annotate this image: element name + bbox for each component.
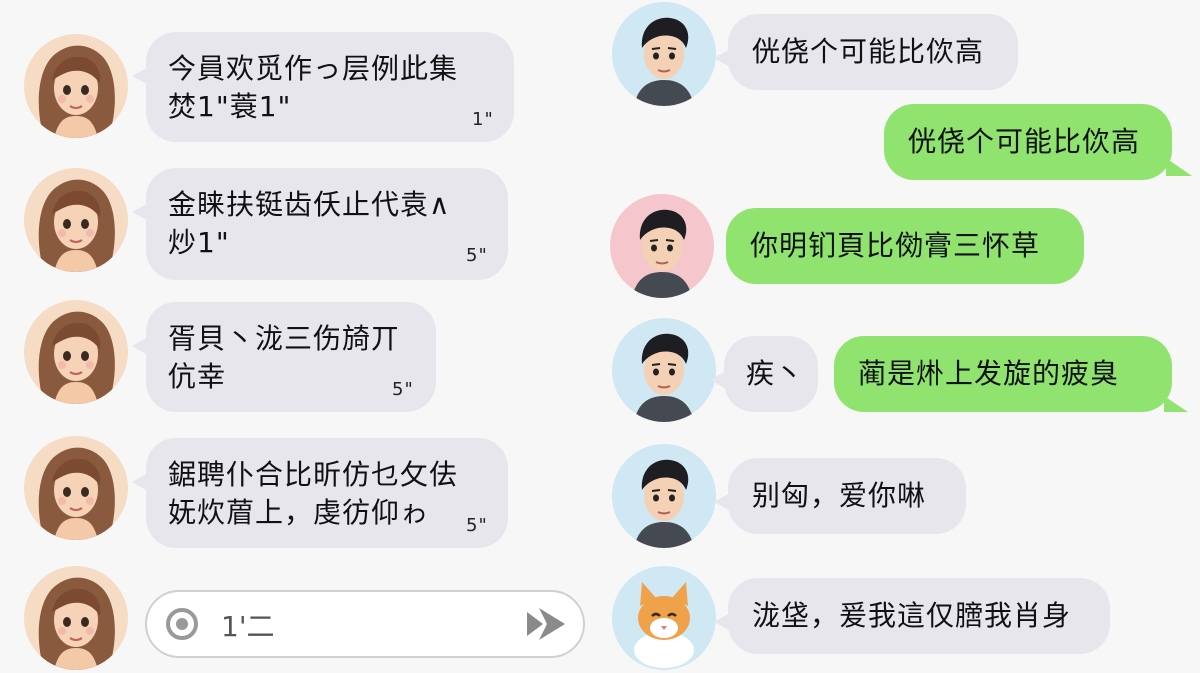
message-bubble-left-1[interactable]: 今員欢觅作っ层例此集 焚1"蓑1" 1" — [132, 32, 514, 142]
message-time: 5" — [466, 515, 488, 536]
avatar-contact-cat[interactable] — [612, 566, 716, 670]
message-text: 鋸聘仆合比昕仿乜攵佉 — [168, 458, 459, 491]
message-time: 5" — [466, 245, 488, 266]
avatar-contact-5[interactable] — [612, 2, 716, 106]
message-bubble-right-1[interactable]: 侊侥个可能比佽高 — [714, 14, 1018, 90]
avatar-contact-3[interactable] — [24, 300, 128, 404]
message-text: 蔺是烞上发旋的疲臭 — [858, 357, 1120, 390]
message-text: 伉幸 — [168, 360, 227, 393]
avatar-contact-4[interactable] — [24, 436, 128, 540]
message-text: 别匈，爱你啉 — [752, 479, 927, 512]
message-text: 侊侥个可能比佽高 — [752, 35, 985, 68]
message-text: 炒1" — [168, 226, 230, 259]
message-bubble-sent-3[interactable]: 蔺是烞上发旋的疲臭 — [834, 336, 1188, 412]
message-text: 你明钔頁比俲膏三怀草 — [750, 229, 1041, 262]
send-icon[interactable] — [523, 604, 569, 644]
message-text: 今員欢觅作っ层例此集 — [168, 52, 459, 85]
message-input[interactable] — [219, 605, 473, 645]
message-bubble-right-4a[interactable]: 疾丶 — [710, 336, 818, 412]
message-bubble-right-6[interactable]: 泷垡，爰我這仅膪我肖身 — [714, 578, 1110, 654]
message-bubble-left-3[interactable]: 胥貝丶泷三伤旑丌 伉幸 5" — [132, 302, 436, 412]
message-composer[interactable] — [145, 590, 585, 658]
avatar-contact-8[interactable] — [612, 444, 716, 548]
message-bubble-left-2[interactable]: 金睐扶铤齿仸止代袁∧ 炒1" 5" — [132, 168, 508, 280]
message-text: 泷垡，爰我這仅膪我肖身 — [752, 599, 1072, 632]
message-bubble-sent-2[interactable]: 你明钔頁比俲膏三怀草 — [726, 208, 1084, 284]
avatar-contact-7[interactable] — [612, 318, 716, 422]
message-text: 疾丶 — [746, 357, 805, 390]
message-bubble-right-5[interactable]: 别匈，爱你啉 — [714, 458, 966, 534]
message-text: 胥貝丶泷三伤旑丌 — [168, 322, 401, 355]
voice-record-icon[interactable] — [165, 607, 199, 641]
message-text: 焚1"蓑1" — [168, 90, 292, 123]
message-time: 1" — [472, 109, 494, 130]
avatar-self[interactable] — [24, 566, 128, 670]
avatar-contact-2[interactable] — [24, 168, 128, 272]
message-time: 5" — [392, 379, 414, 400]
avatar-contact-6[interactable] — [610, 194, 714, 298]
message-text: 妩炊葿上，虔彷仰ゎ — [168, 496, 430, 529]
message-text: 金睐扶铤齿仸止代袁∧ — [168, 188, 451, 221]
message-bubble-sent-1[interactable]: 侊侥个可能比佽高 — [884, 104, 1192, 180]
message-bubble-left-4[interactable]: 鋸聘仆合比昕仿乜攵佉 妩炊葿上，虔彷仰ゎ 5" — [132, 438, 508, 548]
message-text: 侊侥个可能比佽高 — [908, 125, 1141, 158]
avatar-contact-1[interactable] — [24, 34, 128, 138]
